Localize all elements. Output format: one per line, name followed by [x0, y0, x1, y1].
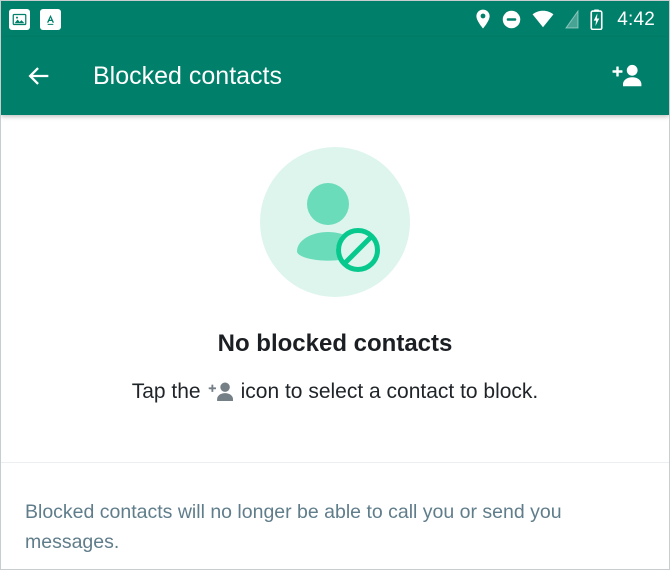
empty-state-hint: Tap the icon to select a contact to bloc… — [132, 380, 539, 402]
footer: Blocked contacts will no longer be able … — [1, 463, 669, 557]
status-bar-notifications — [9, 9, 61, 30]
text-notification-icon — [40, 9, 61, 30]
app-bar: Blocked contacts — [1, 37, 669, 115]
page-title: Blocked contacts — [93, 64, 282, 89]
image-notification-icon — [9, 9, 30, 30]
blocked-contact-illustration — [260, 147, 410, 297]
back-button[interactable] — [19, 56, 59, 96]
add-contact-button[interactable] — [607, 56, 647, 96]
do-not-disturb-icon — [502, 10, 521, 29]
empty-state-hint-before: Tap the — [132, 381, 201, 402]
empty-state-hint-after: icon to select a contact to block. — [241, 381, 539, 402]
location-icon — [475, 9, 491, 29]
footer-description: Blocked contacts will no longer be able … — [25, 497, 601, 557]
status-bar-indicators: 4:42 — [475, 9, 655, 30]
status-bar: 4:42 — [1, 1, 669, 37]
battery-charging-icon — [590, 9, 603, 30]
empty-state-title: No blocked contacts — [218, 332, 453, 356]
blocked-contacts-screen: 4:42 Blocked contacts — [0, 0, 670, 570]
status-bar-clock: 4:42 — [617, 10, 655, 29]
empty-state: No blocked contacts Tap the icon to sele… — [1, 115, 669, 462]
cellular-signal-icon — [565, 10, 579, 29]
wifi-icon — [532, 10, 554, 28]
person-add-icon — [208, 381, 234, 403]
